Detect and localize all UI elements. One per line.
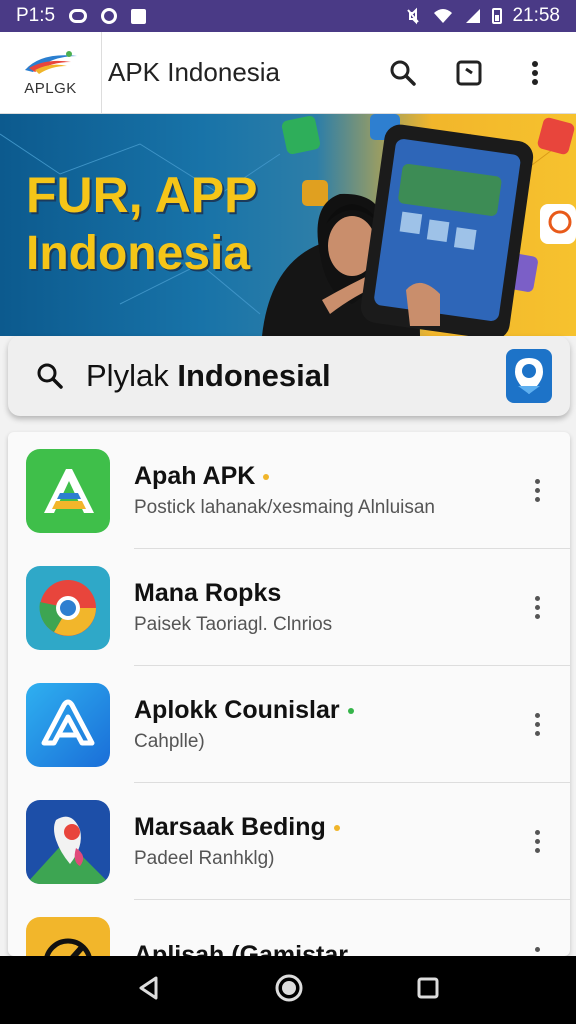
search-button[interactable] [388,58,418,88]
maps-icon [26,799,110,884]
app-name: Aplisah (Gamistar [134,941,348,956]
carrier-text: P1:5 [16,5,56,26]
wifi-icon [434,9,453,23]
mute-icon [407,7,420,25]
more-options-button[interactable] [522,588,552,628]
app-description: Cahplle) [134,731,205,752]
app-badge-icon [537,117,575,155]
more-options-button[interactable] [522,822,552,862]
notification-icon [69,9,88,23]
search-prefix: Plylak [86,358,169,393]
more-options-button[interactable] [522,705,552,745]
sync-icon [101,8,118,24]
search-query: Indonesial [177,358,331,393]
back-button[interactable] [136,975,162,1006]
app-name: Apah APK [134,462,522,491]
app-title: APK Indonesia [108,57,281,87]
battery-icon [492,8,503,24]
screen-icon [456,60,482,85]
more-options-button[interactable] [522,939,552,957]
recents-button[interactable] [416,976,440,1005]
clock: 21:58 [512,5,560,26]
more-vert-icon [532,60,538,85]
logo-text: APLGK [24,80,77,97]
a-blue-icon [26,682,110,767]
banner-headline: FUR, APP [26,167,258,223]
location-pin-button[interactable] [506,349,552,403]
search-input[interactable]: Plylak Indonesial [86,358,506,394]
list-item[interactable]: Apah APK Postick lahanak/xesmaing Alnlui… [8,432,570,549]
yellow-app-icon [26,916,110,956]
more-options-button[interactable] [522,471,552,511]
app-list: Apah APK Postick lahanak/xesmaing Alnlui… [8,432,570,956]
list-item[interactable]: Aplokk Counislar Cahplle) [8,666,570,783]
promo-banner[interactable]: FUR, APP Indonesia [0,114,576,336]
status-bar: P1:5 21:58 [0,0,576,32]
screen-button[interactable] [454,58,484,88]
banner-subheadline: Indonesia [26,227,251,280]
app-description: Padeel Ranhklg) [134,848,275,869]
banner-decoration [0,114,576,336]
home-button[interactable] [274,973,304,1008]
app-notification-icon [131,8,147,24]
more-options-button[interactable] [520,58,550,88]
logo-swoosh-icon [21,48,81,76]
phone-illustration [360,124,534,336]
a-green-icon [26,448,110,533]
app-logo[interactable]: APLGK [0,31,102,114]
app-badge-icon [540,204,576,244]
app-description: Postick lahanak/xesmaing Alnluisan [134,497,436,518]
home-icon [275,974,303,1001]
chrome-like-icon [26,565,110,650]
app-name: Marsaak Beding [134,813,522,842]
navigation-bar [0,956,576,1024]
app-badge-icon [281,115,321,155]
recents-icon [417,977,439,998]
location-pin-icon [515,358,543,394]
list-item[interactable]: Marsaak Beding Padeel Ranhklg) [8,783,570,900]
app-name: Mana Ropks [134,579,282,607]
search-bar[interactable]: Plylak Indonesial [8,336,570,416]
search-icon [37,363,63,389]
list-item[interactable]: Aplisah (Gamistar [8,900,570,956]
list-item[interactable]: Mana Ropks Paisek Taoriagl. Clnrios [8,549,570,666]
signal-icon [466,9,481,23]
back-icon [139,976,158,999]
search-icon [390,60,416,86]
app-bar: APLGK APK Indonesia [0,31,576,114]
app-name: Aplokk Counislar [134,696,522,725]
play-badge-icon [302,180,328,206]
app-description: Paisek Taoriagl. Clnrios [134,614,333,635]
